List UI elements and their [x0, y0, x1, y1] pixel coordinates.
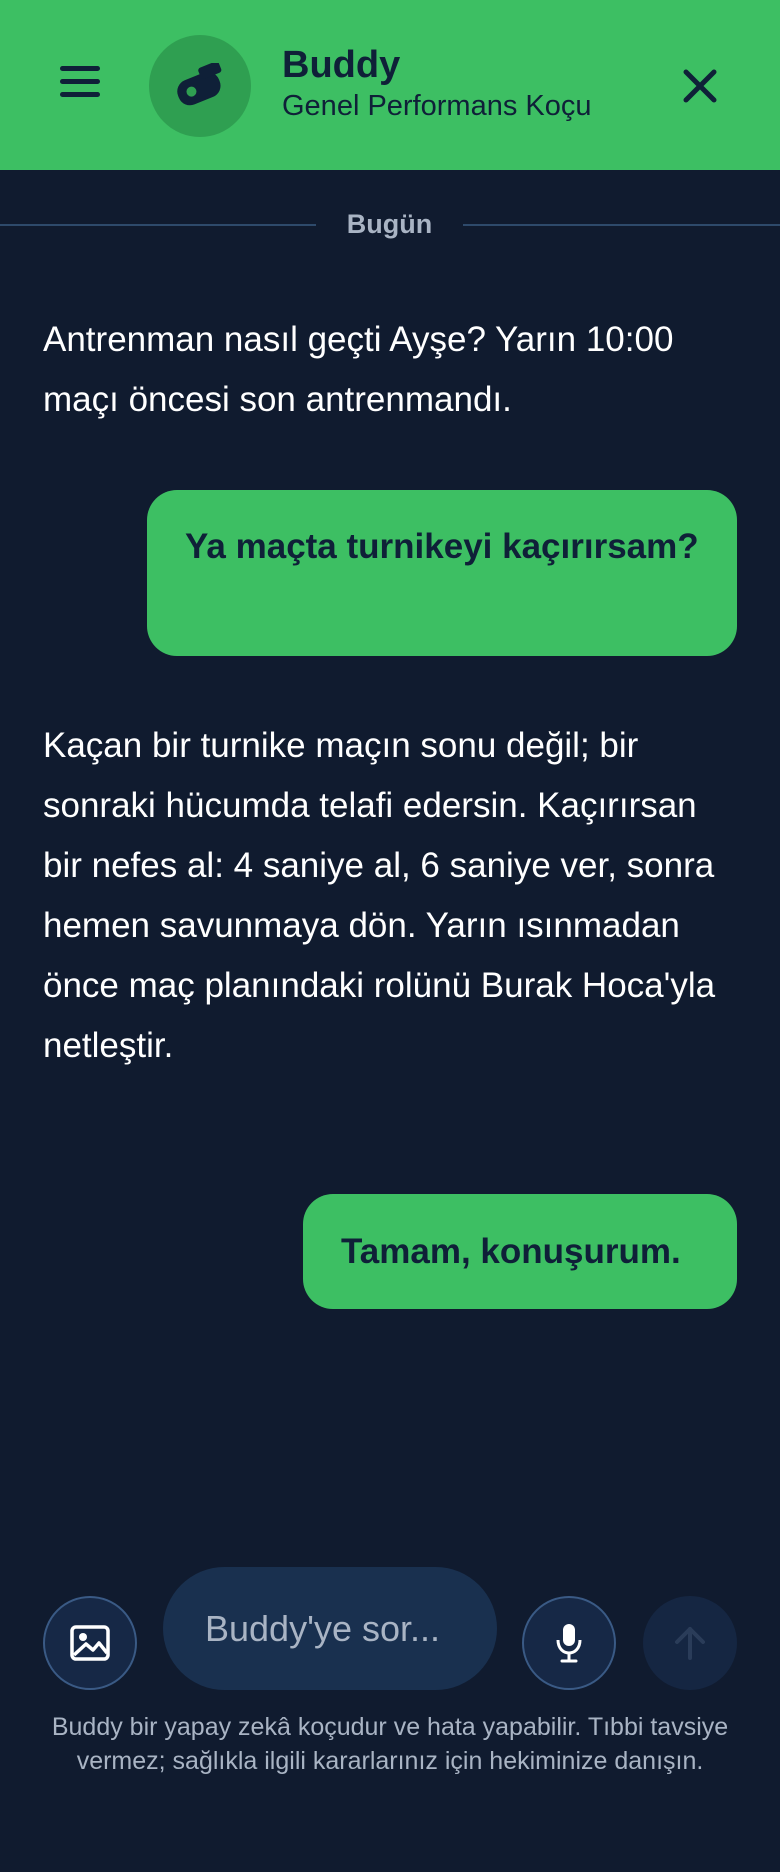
- arrow-up-icon: [675, 1627, 705, 1660]
- divider-line: [463, 224, 780, 226]
- message-input[interactable]: [163, 1567, 497, 1690]
- hamburger-menu-icon[interactable]: [56, 66, 104, 102]
- date-divider: Bugün: [0, 205, 780, 245]
- close-icon: [683, 69, 717, 103]
- send-button[interactable]: [643, 1596, 737, 1690]
- user-message-bubble: Tamam, konuşurum.: [303, 1194, 737, 1309]
- user-message-bubble: Ya maçta turnikeyi kaçırırsam?: [147, 490, 737, 656]
- ai-disclaimer: Buddy bir yapay zekâ koçudur ve hata yap…: [51, 1713, 729, 1775]
- image-icon: [70, 1625, 110, 1661]
- chat-screen: Buddy Genel Performans Koçu Bugün Antren…: [0, 0, 780, 1872]
- coach-role: Genel Performans Koçu: [282, 90, 592, 122]
- chat-header: Buddy Genel Performans Koçu: [0, 0, 780, 170]
- coach-avatar: [149, 35, 251, 137]
- whistle-icon: [177, 63, 222, 106]
- attach-image-button[interactable]: [43, 1596, 137, 1690]
- divider-line: [0, 224, 316, 226]
- date-divider-label: Bugün: [346, 209, 433, 239]
- coach-name: Buddy: [282, 44, 401, 86]
- user-message-text: Ya maçta turnikeyi kaçırırsam?: [185, 527, 699, 566]
- close-button[interactable]: [677, 63, 723, 109]
- bot-message: Kaçan bir turnike maçın sonu değil; bir …: [43, 726, 716, 1065]
- microphone-icon: [556, 1624, 582, 1663]
- voice-input-button[interactable]: [522, 1596, 616, 1690]
- bot-message: Antrenman nasıl geçti Ayşe? Yarın 10:00 …: [43, 320, 674, 419]
- user-message-text: Tamam, konuşurum.: [341, 1232, 681, 1271]
